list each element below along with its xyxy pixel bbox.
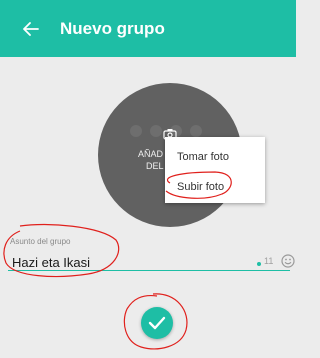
check-icon: [148, 316, 166, 330]
subject-input-underline: [8, 270, 290, 271]
photo-options-menu: Tomar foto Subir foto: [165, 137, 265, 203]
arrow-left-icon[interactable]: [23, 22, 39, 36]
subject-input[interactable]: Hazi eta Ikasi: [12, 255, 90, 271]
menu-item-upload-photo[interactable]: Subir foto: [177, 180, 224, 194]
page-title: Nuevo grupo: [60, 19, 165, 38]
app-bar: Nuevo grupo: [0, 0, 296, 57]
avatar-label-line-2: DEL: [146, 161, 164, 171]
emoji-icon[interactable]: [281, 254, 295, 268]
menu-item-take-photo[interactable]: Tomar foto: [177, 150, 229, 164]
confirm-button[interactable]: [141, 307, 173, 339]
subject-field-label: Asunto del grupo: [10, 237, 71, 246]
avatar-label-line-1: AÑAD: [138, 149, 164, 159]
input-cursor-dot: [257, 262, 261, 266]
remaining-chars-counter: 11: [264, 256, 274, 266]
